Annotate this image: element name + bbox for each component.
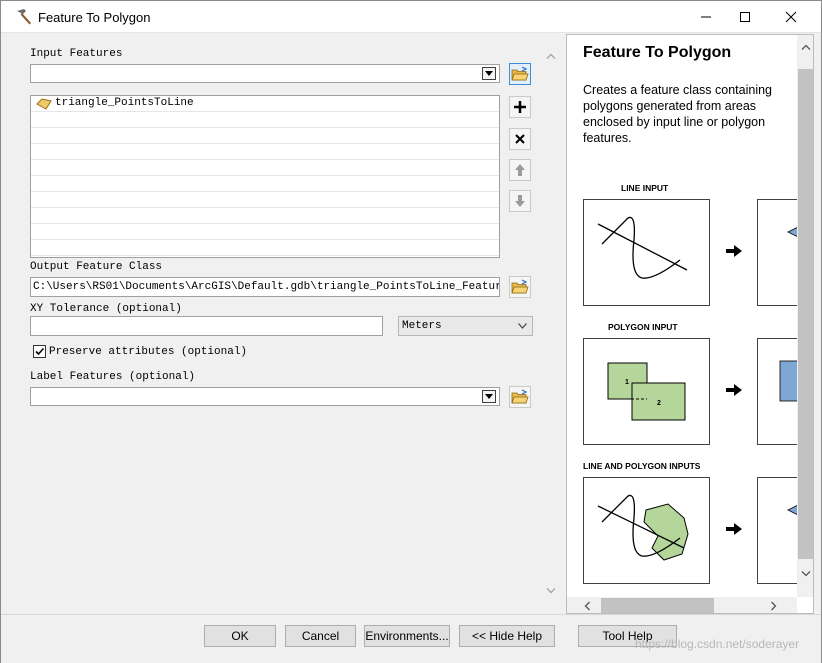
polygon-label-2: 2 — [657, 400, 661, 407]
maximize-icon — [740, 11, 750, 22]
minimize-icon — [701, 16, 711, 17]
list-item[interactable] — [31, 128, 499, 144]
add-item-button[interactable] — [509, 96, 531, 118]
polygon-input-label: POLYGON INPUT — [608, 322, 678, 332]
arrow-up-icon — [515, 164, 525, 176]
input-features-list[interactable]: triangle_PointsToLine — [30, 95, 500, 258]
output-feature-class-input[interactable]: C:\Users\RS01\Documents\ArcGIS\Default.g… — [30, 277, 500, 297]
close-button[interactable] — [768, 1, 814, 32]
line-input-diagram — [583, 199, 710, 306]
hide-help-button[interactable]: << Hide Help — [459, 625, 555, 647]
label-features-label: Label Features (optional) — [30, 371, 196, 383]
line-input-label: LINE INPUT — [621, 183, 669, 193]
list-item[interactable] — [31, 208, 499, 224]
scroll-right-icon — [771, 601, 777, 611]
open-folder-icon — [511, 66, 529, 81]
list-item[interactable] — [31, 112, 499, 128]
preserve-attributes-checkbox[interactable] — [33, 345, 46, 358]
dialog-window: Feature To Polygon Input Features triang… — [0, 0, 822, 663]
environments-button[interactable]: Environments... — [364, 625, 450, 647]
output-feature-class-label: Output Feature Class — [30, 261, 163, 273]
help-panel: Feature To Polygon Creates a feature cla… — [566, 34, 814, 614]
list-item[interactable] — [31, 160, 499, 176]
plus-icon — [514, 101, 526, 113]
scroll-up-icon — [801, 44, 811, 50]
polyline-layer-icon — [36, 98, 52, 110]
check-icon — [35, 347, 45, 356]
list-item[interactable] — [31, 240, 499, 256]
arrow-right-icon — [726, 523, 742, 535]
delete-x-icon — [515, 134, 525, 144]
input-features-combo[interactable] — [30, 64, 500, 83]
move-down-button[interactable] — [509, 190, 531, 212]
label-features-combo[interactable] — [30, 387, 500, 406]
help-description: Creates a feature class containing polyg… — [583, 83, 772, 145]
chevron-down-icon — [485, 71, 493, 76]
dropdown-arrow-button[interactable] — [482, 67, 496, 80]
unit-select-value: Meters — [402, 320, 442, 332]
polygon-input-illustration: 1 2 — [607, 362, 686, 421]
scroll-left-icon — [584, 601, 590, 611]
parameter-form: Input Features triangle_PointsToLine Out… — [10, 34, 542, 614]
list-item[interactable] — [31, 192, 499, 208]
remove-item-button[interactable] — [509, 128, 531, 150]
arrow-right-icon — [726, 384, 742, 396]
list-item[interactable] — [31, 224, 499, 240]
list-item-label: triangle_PointsToLine — [55, 97, 194, 109]
help-vertical-scrollbar[interactable] — [797, 35, 813, 597]
chevron-down-icon — [485, 394, 493, 399]
help-horizontal-scrollbar[interactable] — [567, 597, 797, 613]
scroll-thumb[interactable] — [601, 598, 714, 613]
line-polygon-input-diagram — [583, 477, 710, 584]
scroll-thumb[interactable] — [798, 69, 813, 559]
form-scrollbar[interactable] — [542, 34, 560, 614]
browse-input-button[interactable] — [509, 63, 531, 85]
xy-tolerance-input[interactable] — [30, 316, 383, 336]
arrow-down-icon — [515, 195, 525, 207]
line-polygon-input-illustration — [597, 494, 689, 561]
line-and-polygon-inputs-label: LINE AND POLYGON INPUTS — [583, 461, 701, 471]
browse-label-features-button[interactable] — [509, 386, 531, 408]
scroll-down-icon — [546, 588, 556, 594]
scroll-up-icon — [546, 53, 556, 59]
ok-button[interactable]: OK — [204, 625, 276, 647]
title-bar[interactable]: Feature To Polygon — [1, 1, 821, 33]
chevron-down-icon — [518, 323, 527, 329]
xy-tolerance-unit-select[interactable]: Meters — [398, 316, 533, 336]
hammer-icon — [17, 9, 31, 25]
list-item[interactable] — [31, 144, 499, 160]
move-up-button[interactable] — [509, 159, 531, 181]
scroll-down-icon — [801, 571, 811, 577]
arrow-right-icon — [726, 245, 742, 257]
list-item[interactable]: triangle_PointsToLine — [31, 96, 499, 112]
window-title: Feature To Polygon — [38, 10, 151, 25]
open-folder-icon — [511, 279, 529, 294]
input-features-label: Input Features — [30, 48, 123, 60]
cancel-button[interactable]: Cancel — [285, 625, 356, 647]
line-input-illustration — [597, 216, 688, 279]
polygon-input-diagram: 1 2 — [583, 338, 710, 445]
dropdown-arrow-button[interactable] — [482, 390, 496, 403]
list-item[interactable] — [31, 176, 499, 192]
browse-output-button[interactable] — [509, 276, 531, 298]
open-folder-icon — [511, 389, 529, 404]
preserve-attributes-label: Preserve attributes (optional) — [49, 346, 248, 358]
help-title: Feature To Polygon — [583, 44, 732, 61]
xy-tolerance-label: XY Tolerance (optional) — [30, 303, 182, 315]
maximize-button[interactable] — [722, 1, 768, 32]
watermark-text: https://blog.csdn.net/soderayer — [635, 637, 800, 651]
polygon-label-1: 1 — [625, 379, 629, 386]
close-icon — [785, 11, 797, 22]
